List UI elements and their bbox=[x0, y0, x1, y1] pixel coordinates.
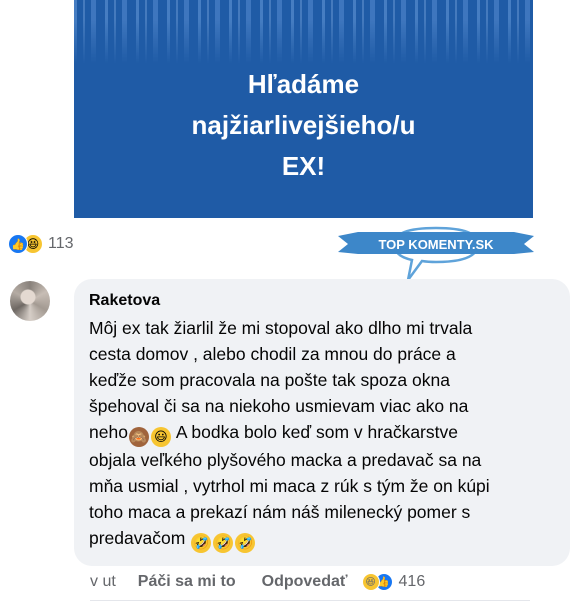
avatar[interactable] bbox=[10, 281, 50, 321]
comment-line: špehoval či sa na niekoho usmievam viac … bbox=[89, 396, 469, 416]
like-button[interactable]: Páči sa mi to bbox=[138, 573, 236, 591]
headline-line: Hľadáme bbox=[247, 69, 360, 99]
comment-reaction-count: 416 bbox=[398, 573, 426, 590]
comment-line: cesta domov , alebo chodil za mnou do pr… bbox=[89, 344, 456, 364]
post-headline: Hľadáme najžiarlivejšieho/u EX! bbox=[74, 64, 533, 187]
haha-icon: 😆 bbox=[361, 573, 380, 591]
comment-text: Môj ex tak žiarlil že mi stopoval ako dl… bbox=[89, 315, 559, 553]
barcode-graphic bbox=[74, 0, 533, 64]
comment-bubble: Raketova Môj ex tak žiarlil že mi stopov… bbox=[74, 279, 570, 566]
comment-fragment: neho bbox=[89, 422, 128, 442]
reaction-count: 113 bbox=[48, 235, 74, 252]
rofl-emoji: 🤣 bbox=[235, 533, 256, 553]
watermark-text: TOP KOMENTY.SK bbox=[378, 237, 494, 252]
comment-line: Môj ex tak žiarlil že mi stopoval ako dl… bbox=[89, 318, 473, 338]
monkey-emoji: 🙈 bbox=[128, 427, 149, 447]
post-reactions[interactable]: 👍 😆 113 bbox=[8, 232, 74, 256]
comment-fragment: A bodka bolo keď som v hračkarstve bbox=[171, 422, 458, 442]
post-image[interactable]: Hľadáme najžiarlivejšieho/u EX! bbox=[74, 0, 533, 218]
comment-line-with-emojis: neho 🙈 😃 A bodka bolo keď som v hračkarstv… bbox=[89, 419, 559, 447]
comment-author[interactable]: Raketova bbox=[89, 291, 558, 311]
comment-reactions[interactable]: 😆 👍 bbox=[361, 573, 393, 591]
comment-line: mňa usmial , vytrhol mi maca z rúk s tým… bbox=[89, 476, 490, 496]
rofl-emoji: 🤣 bbox=[213, 533, 234, 553]
rofl-emoji: 🤣 bbox=[191, 533, 212, 553]
reply-button[interactable]: Odpovedať bbox=[262, 573, 348, 591]
headline-line: EX! bbox=[281, 151, 326, 181]
comment-line-with-emojis: predavačom 🤣 🤣 🤣 bbox=[89, 525, 559, 553]
headline-line: najžiarlivejšieho/u bbox=[191, 110, 416, 140]
comment-line: toho maca a prekazí nám náš milenecký po… bbox=[89, 502, 471, 522]
comment-actions: v ut Páči sa mi to Odpovedať 😆 👍 416 bbox=[90, 571, 425, 593]
like-icon: 👍 bbox=[8, 234, 28, 254]
comment-line: objala veľkého plyšového macka a predava… bbox=[89, 450, 482, 470]
divider bbox=[90, 600, 530, 601]
comment-fragment: predavačom bbox=[89, 528, 186, 548]
grinning-emoji: 😃 bbox=[150, 427, 171, 447]
comment-line: keďže som pracovala na pošte tak spoza o… bbox=[89, 370, 450, 390]
comment-timestamp[interactable]: v ut bbox=[90, 573, 116, 591]
